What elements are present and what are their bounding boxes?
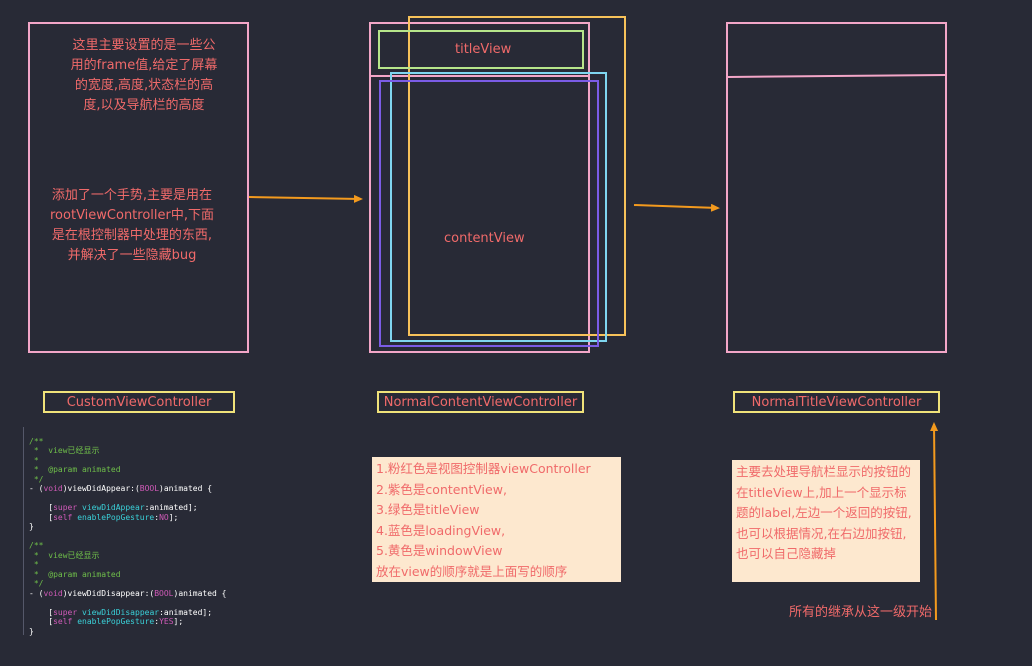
arrows-layer [248,74,946,621]
title-frame-divider [727,74,946,78]
arrow-content-to-title [633,203,720,212]
arrow-inherit-up [930,422,939,621]
arrow-custom-to-content [248,194,363,203]
